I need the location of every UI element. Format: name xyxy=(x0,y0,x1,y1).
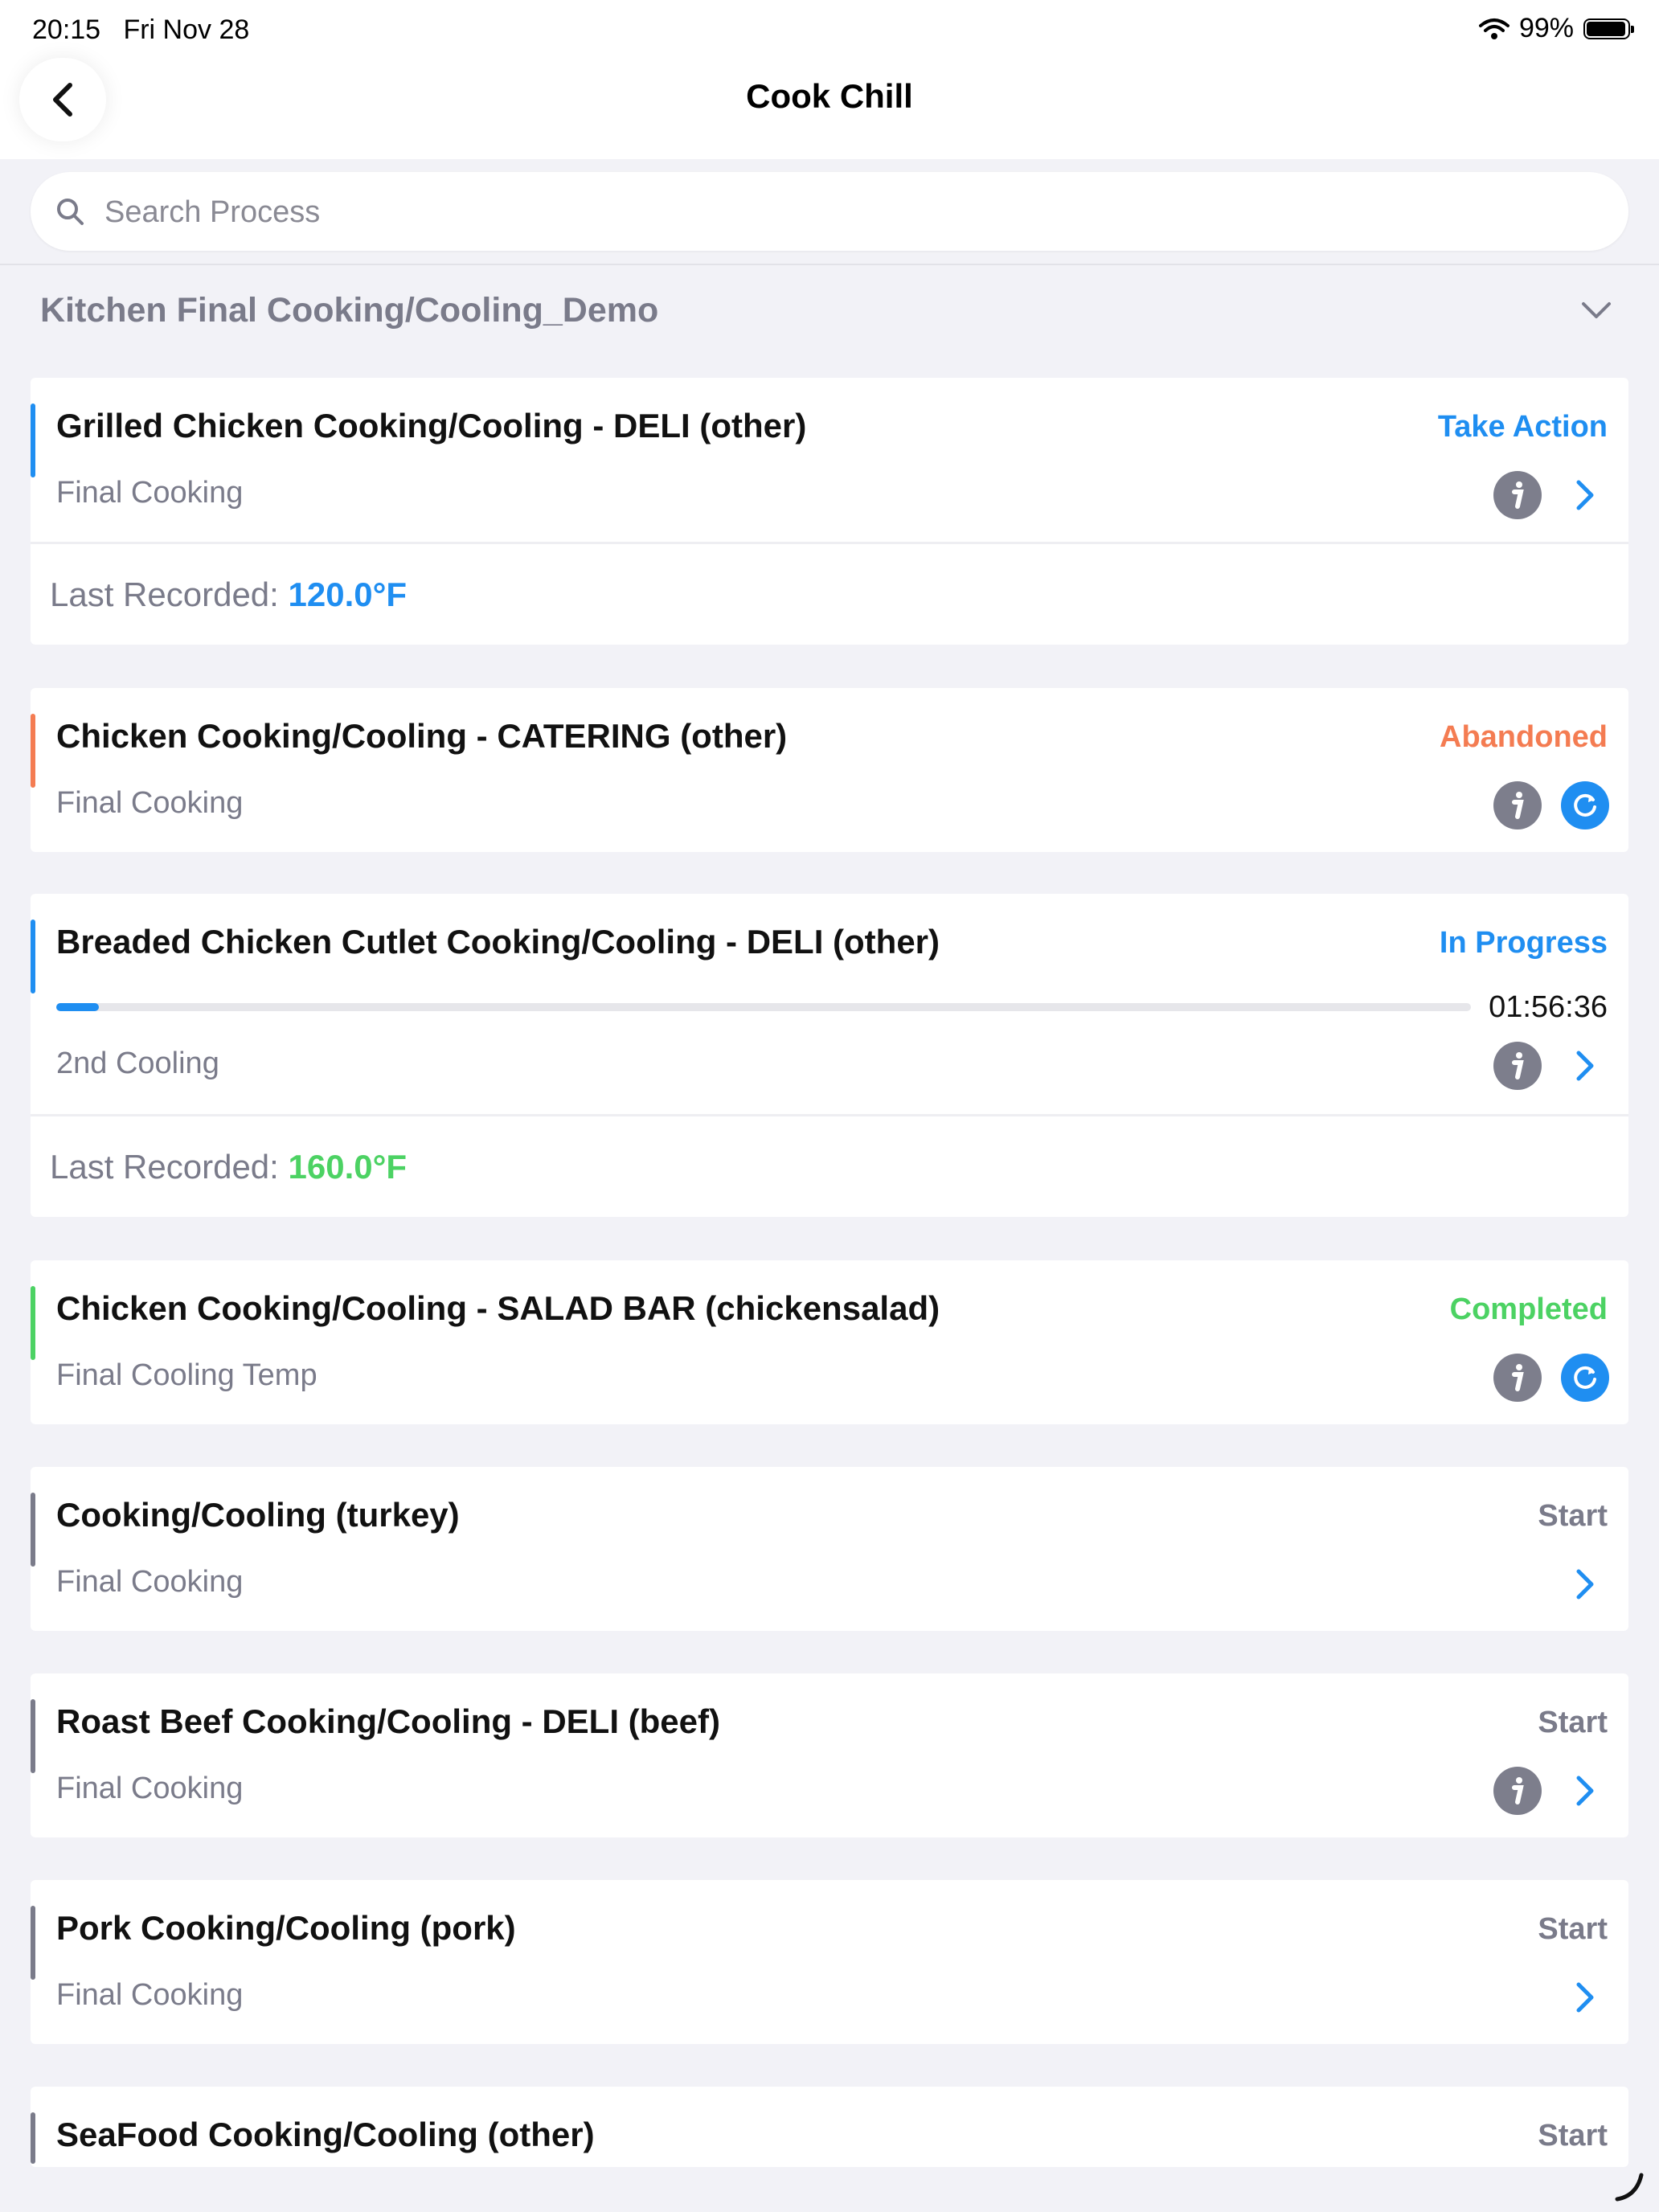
status-accent xyxy=(31,1493,35,1567)
status-accent xyxy=(31,1699,35,1773)
group-title: Kitchen Final Cooking/Cooling_Demo xyxy=(40,291,659,330)
start-button[interactable]: Start xyxy=(1538,2119,1608,2153)
start-button[interactable]: Start xyxy=(1538,1912,1608,1947)
process-card[interactable]: Cooking/Cooling (turkey) Start Final Coo… xyxy=(31,1467,1628,1631)
status-time: 20:15 Fri Nov 28 xyxy=(32,14,249,46)
status-label: Abandoned xyxy=(1440,720,1608,754)
open-button[interactable] xyxy=(1561,1767,1609,1815)
status-accent xyxy=(31,1906,35,1980)
process-card[interactable]: Chicken Cooking/Cooling - SALAD BAR (chi… xyxy=(31,1260,1628,1424)
date: Fri Nov 28 xyxy=(123,14,250,45)
chevron-right-icon xyxy=(1576,1776,1594,1806)
chevron-right-icon xyxy=(1576,1982,1594,2013)
info-icon xyxy=(1512,481,1524,509)
status-indicators: 99% xyxy=(1478,13,1634,44)
open-button[interactable] xyxy=(1561,1042,1609,1090)
process-stage: 2nd Cooling xyxy=(56,1047,219,1080)
chevron-down-icon[interactable] xyxy=(1579,293,1614,328)
search-icon xyxy=(57,199,84,225)
process-title: Chicken Cooking/Cooling - CATERING (othe… xyxy=(56,717,788,755)
last-recorded: Last Recorded: 120.0°F xyxy=(50,576,407,614)
process-card[interactable]: Chicken Cooking/Cooling - CATERING (othe… xyxy=(31,688,1628,852)
info-button[interactable] xyxy=(1493,1354,1542,1402)
info-button[interactable] xyxy=(1493,471,1542,519)
process-stage: Final Cooking xyxy=(56,1772,244,1805)
wifi-icon xyxy=(1478,18,1509,39)
process-stage: Final Cooking xyxy=(56,1565,244,1599)
restart-button[interactable] xyxy=(1561,1354,1609,1402)
battery-percent: 99% xyxy=(1518,13,1574,43)
open-button[interactable] xyxy=(1561,1560,1609,1608)
process-stage: Final Cooking xyxy=(56,1978,244,2012)
progress-fill xyxy=(56,1003,99,1011)
process-stage: Final Cooking xyxy=(56,786,244,820)
chevron-right-icon xyxy=(1576,1569,1594,1600)
info-icon xyxy=(1512,1052,1524,1079)
divider xyxy=(31,542,1628,544)
search-input[interactable] xyxy=(103,183,1593,241)
status-accent xyxy=(31,920,35,993)
take-action-button[interactable]: Take Action xyxy=(1438,410,1608,444)
open-button[interactable] xyxy=(1561,1973,1609,2022)
last-recorded: Last Recorded: 160.0°F xyxy=(50,1148,407,1186)
start-button[interactable]: Start xyxy=(1538,1706,1608,1740)
top-bar: 20:15 Fri Nov 28 99% Cook Chill xyxy=(0,0,1659,159)
chevron-right-icon xyxy=(1576,480,1594,510)
process-title: Chicken Cooking/Cooling - SALAD BAR (chi… xyxy=(56,1289,940,1327)
process-stage: Final Cooking xyxy=(56,476,244,510)
process-title: Breaded Chicken Cutlet Cooking/Cooling -… xyxy=(56,923,940,961)
last-recorded-label: Last Recorded: xyxy=(50,1148,279,1186)
clock: 20:15 xyxy=(32,14,101,45)
info-button[interactable] xyxy=(1493,781,1542,830)
status-accent xyxy=(31,2112,35,2164)
process-card[interactable]: Grilled Chicken Cooking/Cooling - DELI (… xyxy=(31,378,1628,645)
process-title: SeaFood Cooking/Cooling (other) xyxy=(56,2116,595,2153)
process-card[interactable]: SeaFood Cooking/Cooling (other) Start xyxy=(31,2087,1628,2167)
divider xyxy=(31,1114,1628,1116)
process-card[interactable]: Pork Cooking/Cooling (pork) Start Final … xyxy=(31,1880,1628,2044)
last-recorded-value: 160.0°F xyxy=(288,1148,408,1186)
status-accent xyxy=(31,1286,35,1360)
status-accent xyxy=(31,714,35,788)
start-button[interactable]: Start xyxy=(1538,1499,1608,1534)
progress-bar xyxy=(56,1003,1471,1011)
status-label: In Progress xyxy=(1439,926,1608,960)
process-title: Grilled Chicken Cooking/Cooling - DELI (… xyxy=(56,407,807,444)
page-title: Cook Chill xyxy=(746,77,913,115)
info-icon xyxy=(1512,792,1524,819)
chevron-right-icon xyxy=(1576,1051,1594,1081)
status-accent xyxy=(31,403,35,477)
process-title: Pork Cooking/Cooling (pork) xyxy=(56,1909,516,1947)
last-recorded-label: Last Recorded: xyxy=(50,576,279,613)
status-label: Completed xyxy=(1449,1292,1608,1326)
refresh-icon xyxy=(1574,793,1596,817)
search-bar xyxy=(0,159,1659,265)
process-card[interactable]: Breaded Chicken Cutlet Cooking/Cooling -… xyxy=(31,894,1628,1217)
restart-button[interactable] xyxy=(1561,781,1609,830)
process-card[interactable]: Roast Beef Cooking/Cooling - DELI (beef)… xyxy=(31,1673,1628,1837)
last-recorded-value: 120.0°F xyxy=(288,576,408,613)
group-header[interactable]: Kitchen Final Cooking/Cooling_Demo xyxy=(0,265,1659,354)
info-icon xyxy=(1512,1777,1524,1804)
process-stage: Final Cooling Temp xyxy=(56,1358,317,1392)
timer: 01:56:36 xyxy=(1489,990,1608,1024)
info-icon xyxy=(1512,1364,1524,1391)
loading-spinner-icon xyxy=(1615,2173,1644,2202)
info-button[interactable] xyxy=(1493,1042,1542,1090)
refresh-icon xyxy=(1574,1366,1596,1389)
open-button[interactable] xyxy=(1561,471,1609,519)
info-button[interactable] xyxy=(1493,1767,1542,1815)
battery-icon xyxy=(1583,18,1634,39)
search-box[interactable] xyxy=(31,172,1628,251)
process-title: Roast Beef Cooking/Cooling - DELI (beef) xyxy=(56,1702,720,1740)
process-title: Cooking/Cooling (turkey) xyxy=(56,1496,460,1534)
